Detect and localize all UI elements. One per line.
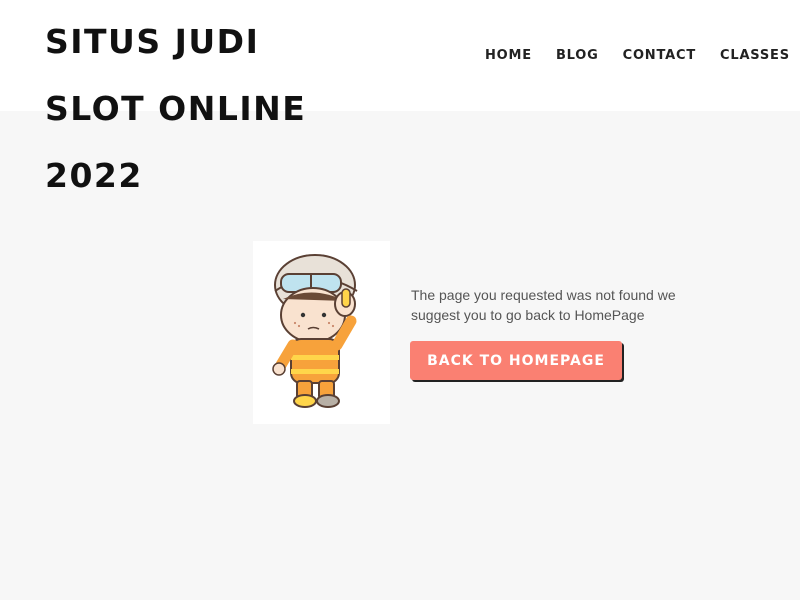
site-title[interactable]: SITUS JUDI SLOT ONLINE 2022 [45, 8, 345, 209]
nav-item-classes[interactable]: CLASSES [720, 46, 790, 66]
error-illustration [253, 241, 390, 424]
back-to-homepage-button[interactable]: BACK TO HOMEPAGE [410, 341, 622, 380]
error-message: The page you requested was not found we … [411, 287, 676, 323]
nav-item-contact[interactable]: CONTACT [623, 46, 696, 66]
nav-item-blog[interactable]: BLOG [556, 46, 599, 66]
firefighter-mascot-icon [272, 254, 358, 408]
main-nav: HOME BLOG CONTACT CLASSES [485, 46, 790, 66]
nav-item-home[interactable]: HOME [485, 46, 532, 66]
site-header: SITUS JUDI SLOT ONLINE 2022 HOME BLOG CO… [0, 0, 800, 195]
